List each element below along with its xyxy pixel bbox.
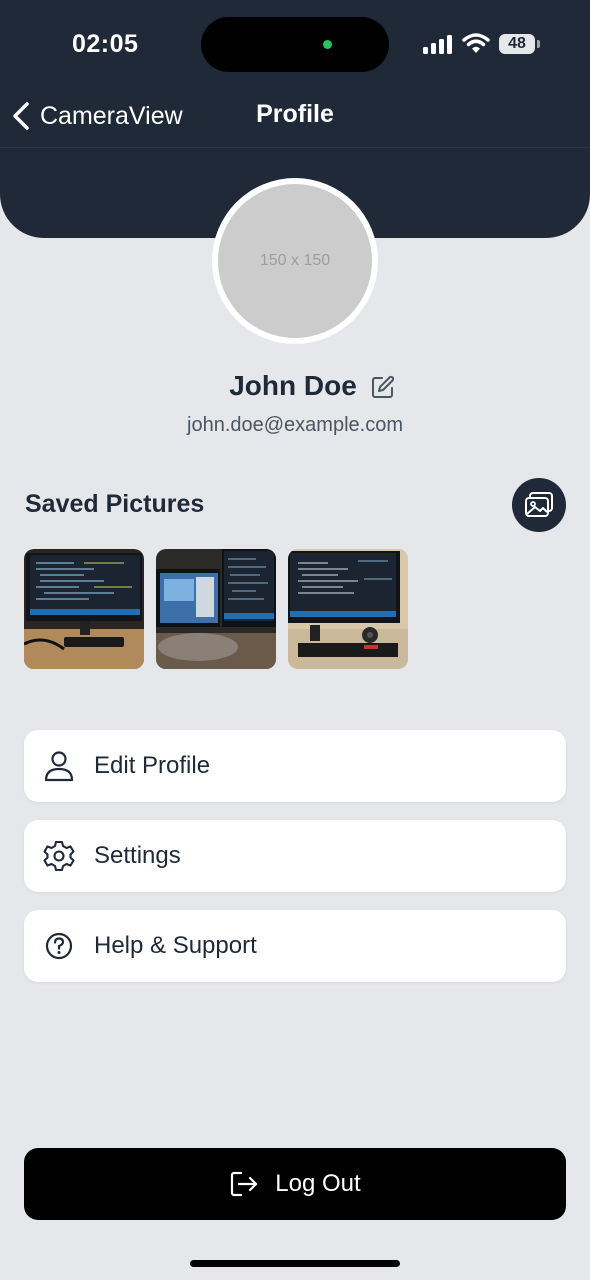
edit-icon[interactable]	[371, 375, 395, 399]
profile-name-row: John Doe	[0, 366, 590, 406]
logout-label: Log Out	[275, 1170, 361, 1197]
navigation-bar: CameraView Profile	[0, 90, 590, 148]
battery-icon: 48	[499, 34, 535, 54]
dynamic-island	[201, 17, 389, 72]
profile-email: john.doe@example.com	[187, 414, 403, 436]
avatar-placeholder: 150 x 150	[218, 184, 372, 338]
menu-item-settings[interactable]: Settings	[24, 820, 566, 892]
saved-pictures-title: Saved Pictures	[25, 490, 205, 518]
profile-name: John Doe	[229, 370, 357, 401]
dual-monitor-desk-photo	[156, 549, 276, 669]
wifi-icon	[462, 33, 490, 53]
cellular-signal-icon	[423, 35, 452, 54]
battery-tip	[537, 40, 540, 48]
saved-picture-thumbnail[interactable]	[156, 549, 276, 669]
user-icon	[42, 749, 76, 783]
saved-picture-thumbnail[interactable]	[24, 549, 144, 669]
saved-picture-thumbnail[interactable]	[288, 549, 408, 669]
gear-icon	[42, 839, 76, 873]
gallery-icon	[525, 492, 553, 517]
gallery-button[interactable]	[512, 478, 566, 532]
monitor-code-photo	[24, 549, 144, 669]
avatar[interactable]: 150 x 150	[212, 178, 378, 344]
status-bar: 02:05 48	[0, 0, 590, 90]
home-indicator	[190, 1260, 400, 1267]
help-circle-icon	[42, 929, 76, 963]
saved-pictures-grid	[24, 549, 408, 669]
status-time: 02:05	[72, 30, 139, 58]
menu-item-label: Help & Support	[94, 932, 257, 959]
logout-icon	[231, 1171, 258, 1197]
menu-item-label: Settings	[94, 842, 181, 869]
page-title: Profile	[256, 100, 334, 128]
camera-indicator-dot	[323, 40, 332, 49]
menu-item-help-support[interactable]: Help & Support	[24, 910, 566, 982]
monitor-code-speaker-photo	[288, 549, 408, 669]
menu-item-edit-profile[interactable]: Edit Profile	[24, 730, 566, 802]
menu-item-label: Edit Profile	[94, 752, 211, 779]
logout-button[interactable]: Log Out	[24, 1148, 566, 1220]
